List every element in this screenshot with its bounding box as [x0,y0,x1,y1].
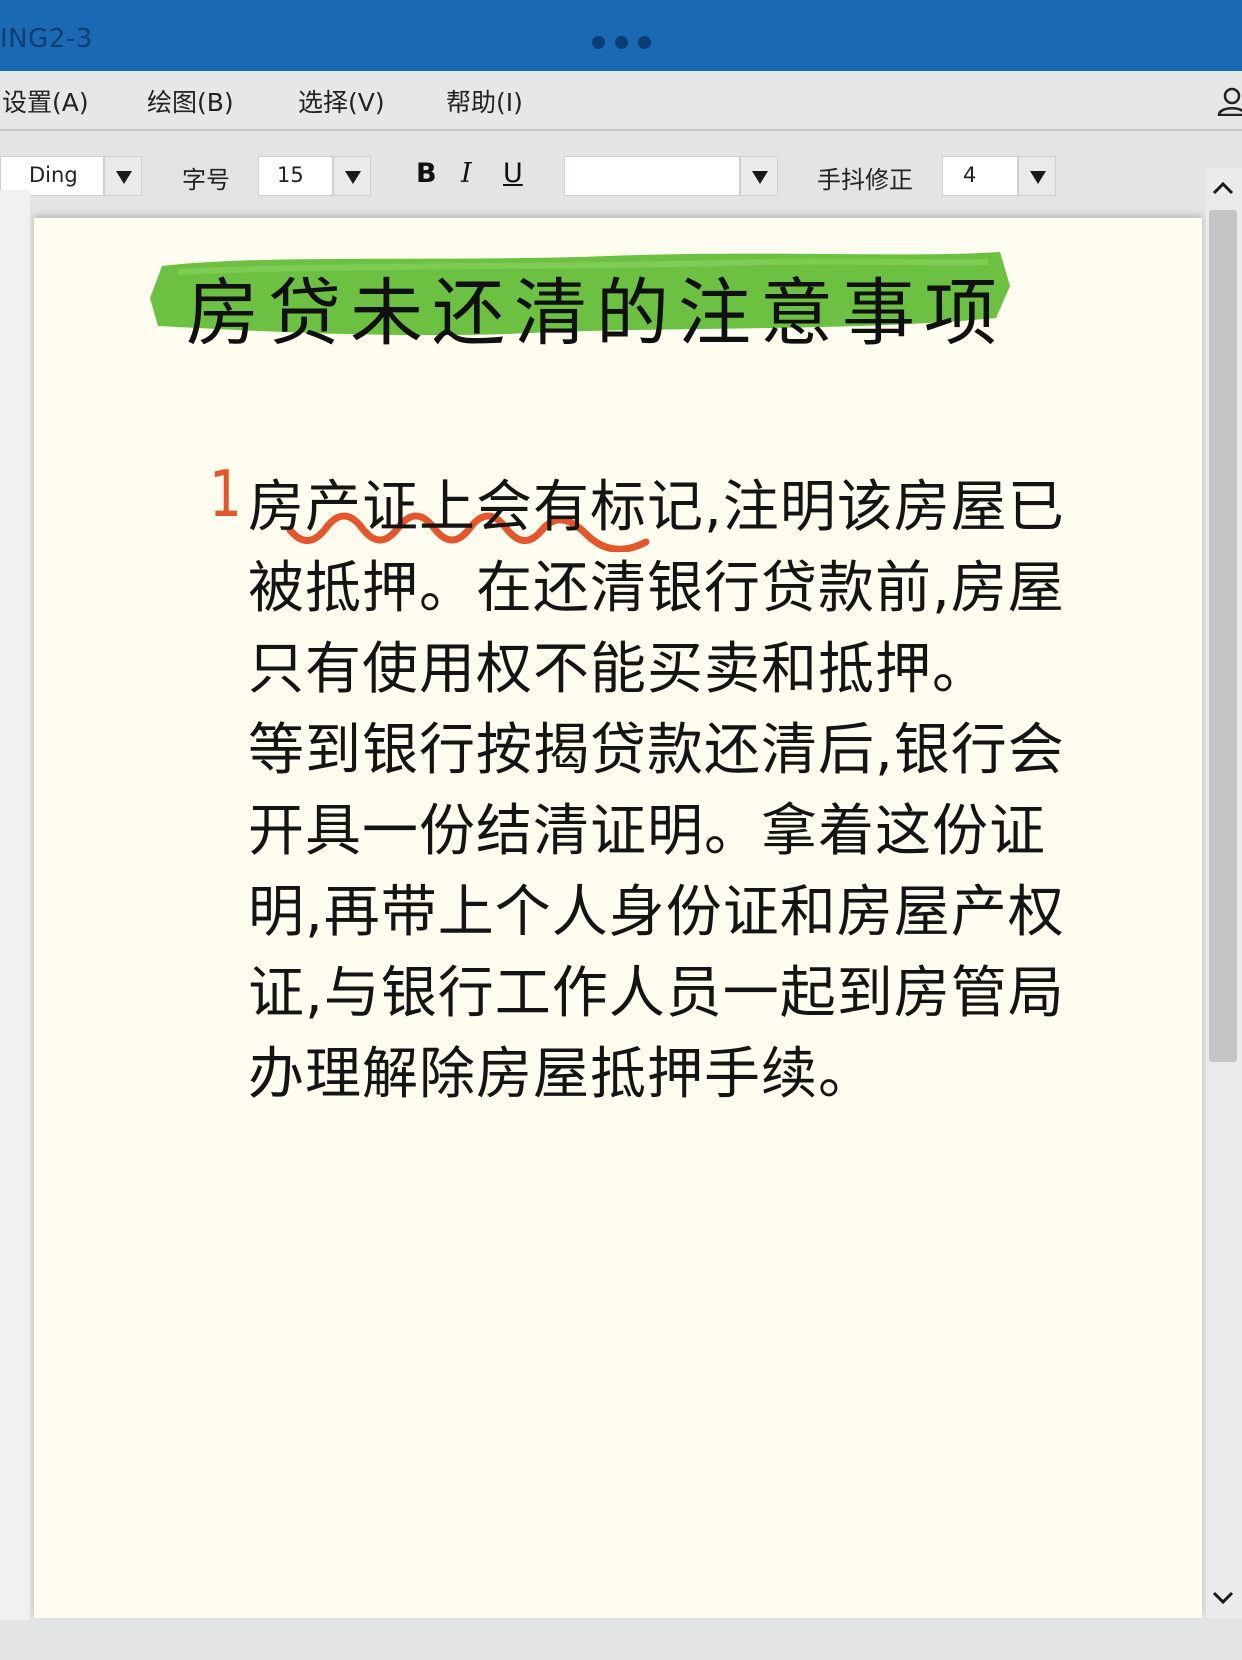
text-line: 房产证上会有标记,注明该房屋已 [248,475,1065,540]
style-dropdown-icon[interactable] [740,156,778,196]
smoothing-input[interactable]: 4 [942,156,1018,196]
font-size-dropdown-icon[interactable] [333,156,371,196]
smoothing-label: 手抖修正 [817,166,913,194]
smoothing-dropdown-icon[interactable] [1018,156,1056,196]
text-line: 证,与银行工作人员一起到房管局 [248,961,1065,1026]
menu-settings[interactable]: 设置(A) [2,83,89,119]
item-number: 1 [209,458,242,532]
underline-button[interactable]: U [503,158,523,189]
scrollbar-thumb[interactable] [1209,210,1237,1062]
menu-select[interactable]: 选择(V) [298,83,385,119]
chevron-up-icon[interactable] [1210,178,1236,198]
user-icon[interactable] [1217,86,1242,116]
font-size-input[interactable]: 15 [258,156,333,196]
text-line: 明,再带上个人身份证和房屋产权 [248,880,1065,945]
italic-button[interactable]: I [461,158,472,189]
text-line: 开具一份结清证明。拿着这份证 [248,799,1046,864]
text-line: 被抵押。在还清银行贷款前,房屋 [248,556,1065,621]
menu-bar: 设置(A) 绘图(B) 选择(V) 帮助(I) [0,71,1242,131]
menu-help[interactable]: 帮助(I) [446,83,523,119]
text-line: 只有使用权不能买卖和抵押。 [248,637,989,702]
smoothing-value: 4 [963,163,977,187]
text-line: 等到银行按揭贷款还清后,银行会 [248,718,1065,783]
title-bar: ING2-3 [0,0,1242,71]
font-size-label: 字号 [182,166,230,194]
style-select[interactable] [564,156,740,196]
font-size-value: 15 [277,163,304,187]
chevron-down-icon[interactable] [1210,1588,1236,1608]
font-family-value: Ding [29,163,78,187]
window-options-icon[interactable] [592,36,651,50]
text-line: 办理解除房屋抵押手续。 [248,1042,875,1107]
bold-button[interactable]: B [416,158,437,189]
font-family-dropdown-icon[interactable] [104,156,142,196]
left-margin [0,190,30,1620]
document-heading: 房贷未还清的注意事项 [186,271,1006,356]
menu-draw[interactable]: 绘图(B) [147,83,234,119]
window-title: ING2-3 [0,24,93,54]
